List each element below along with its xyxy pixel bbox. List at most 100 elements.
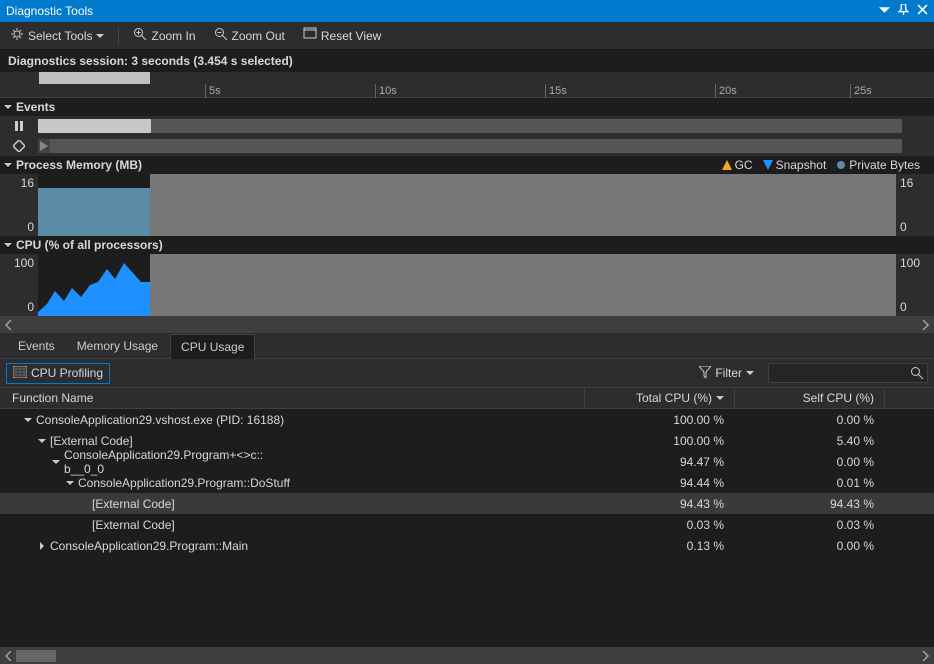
chevron-down-icon (96, 29, 104, 43)
zoom-out-icon (214, 27, 228, 44)
detail-tabs: Events Memory Usage CPU Usage (0, 333, 934, 359)
self-cpu-cell: 0.01 % (734, 473, 884, 493)
scroll-right-icon[interactable] (920, 320, 930, 330)
timeline-scrollbar[interactable] (0, 316, 934, 333)
zoom-in-label: Zoom In (151, 29, 195, 43)
scroll-left-icon[interactable] (4, 651, 14, 661)
memory-title: Process Memory (MB) (16, 158, 142, 172)
grid-header: Function Name Total CPU (%) Self CPU (%) (0, 387, 934, 409)
col-pad (884, 388, 934, 408)
ruler-selection[interactable] (39, 72, 150, 84)
table-row[interactable]: ConsoleApplication29.vshost.exe (PID: 16… (0, 409, 934, 430)
legend-snapshot: Snapshot (763, 158, 827, 172)
reset-view-icon (303, 27, 317, 44)
expander-icon[interactable] (37, 437, 47, 445)
separator (118, 27, 119, 45)
toolbar: Select Tools Zoom In Zoom Out Reset View (0, 22, 934, 50)
play-marker-icon (38, 139, 50, 153)
memory-series (38, 188, 150, 236)
ruler-tick: 20s (715, 84, 737, 98)
cpu-profiling-label: CPU Profiling (31, 366, 103, 380)
table-row[interactable]: ConsoleApplication29.Program::DoStuff94.… (0, 472, 934, 493)
reset-view-label: Reset View (321, 29, 381, 43)
event-bar (38, 119, 151, 133)
search-icon (910, 366, 924, 380)
self-cpu-cell: 0.00 % (734, 536, 884, 556)
profiling-icon (13, 366, 27, 381)
cpu-profiling-button[interactable]: CPU Profiling (6, 363, 110, 384)
memory-chart-body[interactable] (38, 174, 896, 236)
total-cpu-cell: 0.03 % (584, 515, 734, 535)
scroll-right-icon[interactable] (920, 651, 930, 661)
diamond-icon[interactable] (0, 140, 38, 152)
pause-icon[interactable] (0, 120, 38, 132)
close-icon[interactable] (917, 4, 928, 18)
event-row-intellitrace (0, 136, 934, 156)
function-name: ConsoleApplication29.Program::Main (50, 539, 248, 553)
titlebar-controls (879, 4, 928, 18)
grid-body: ConsoleApplication29.vshost.exe (PID: 16… (0, 409, 934, 647)
ruler-tick: 5s (205, 84, 221, 98)
self-cpu-cell: 5.40 % (734, 431, 884, 451)
self-cpu-cell: 94.43 % (734, 494, 884, 514)
zoom-out-label: Zoom Out (232, 29, 285, 43)
expander-icon[interactable] (65, 479, 75, 487)
table-row[interactable]: ConsoleApplication29.Program::Main 0.13 %… (0, 535, 934, 556)
scrollbar-thumb[interactable] (16, 650, 56, 662)
function-name: [External Code] (92, 518, 175, 532)
select-tools-label: Select Tools (28, 29, 92, 43)
filter-label: Filter (715, 366, 742, 380)
zoom-out-button[interactable]: Zoom Out (210, 25, 289, 46)
timeline-ruler[interactable]: 5s 10s 15s 20s 25s (0, 72, 934, 98)
select-tools-button[interactable]: Select Tools (6, 25, 108, 46)
memory-axis-left: 160 (0, 174, 38, 236)
events-header[interactable]: Events (0, 98, 934, 116)
col-function-name[interactable]: Function Name (0, 388, 584, 408)
expander-icon[interactable] (51, 458, 61, 466)
ruler-tick: 25s (850, 84, 872, 98)
window-menu-icon[interactable] (879, 4, 890, 18)
memory-chart: 160 160 (0, 174, 934, 236)
table-row[interactable]: [External Code]94.43 %94.43 % (0, 493, 934, 514)
total-cpu-cell: 100.00 % (584, 431, 734, 451)
titlebar: Diagnostic Tools (0, 0, 934, 22)
tab-cpu-usage[interactable]: CPU Usage (170, 334, 255, 359)
scroll-left-icon[interactable] (4, 320, 14, 330)
legend-gc: GC (722, 158, 753, 172)
col-self-cpu[interactable]: Self CPU (%) (734, 388, 884, 408)
self-cpu-cell: 0.00 % (734, 452, 884, 472)
event-row-break (0, 116, 934, 136)
function-name: ConsoleApplication29.Program::DoStuff (78, 476, 290, 490)
ruler-tick: 10s (375, 84, 397, 98)
session-info: Diagnostics session: 3 seconds (3.454 s … (0, 50, 934, 72)
window-title: Diagnostic Tools (6, 4, 93, 18)
events-title: Events (16, 100, 55, 114)
event-track[interactable] (38, 139, 902, 153)
cpu-title: CPU (% of all processors) (16, 238, 163, 252)
event-track[interactable] (38, 119, 902, 133)
table-row[interactable]: [External Code] 0.03 %0.03 % (0, 514, 934, 535)
zoom-in-button[interactable]: Zoom In (129, 25, 199, 46)
cpu-chart-body[interactable] (38, 254, 896, 316)
total-cpu-cell: 0.13 % (584, 536, 734, 556)
self-cpu-cell: 0.03 % (734, 515, 884, 535)
expander-icon[interactable] (37, 542, 47, 550)
function-name: ConsoleApplication29.Program+<>c::b__0_0 (64, 448, 263, 476)
grid-scrollbar[interactable] (0, 647, 934, 664)
cpu-sub-toolbar: CPU Profiling Filter (0, 359, 934, 387)
total-cpu-cell: 94.43 % (584, 494, 734, 514)
pin-icon[interactable] (898, 4, 909, 18)
reset-view-button[interactable]: Reset View (299, 25, 385, 46)
filter-button[interactable]: Filter (693, 364, 760, 383)
tab-memory-usage[interactable]: Memory Usage (67, 334, 168, 358)
expander-icon[interactable] (23, 416, 33, 424)
cpu-header[interactable]: CPU (% of all processors) (0, 236, 934, 254)
search-input[interactable] (768, 363, 928, 383)
table-row[interactable]: ConsoleApplication29.Program+<>c::b__0_0… (0, 451, 934, 472)
col-total-cpu[interactable]: Total CPU (%) (584, 388, 734, 408)
events-body (0, 116, 934, 156)
tab-events[interactable]: Events (8, 334, 65, 358)
collapse-icon (4, 158, 12, 172)
legend-private-bytes: Private Bytes (836, 158, 920, 172)
memory-header[interactable]: Process Memory (MB) GC Snapshot Private … (0, 156, 934, 174)
